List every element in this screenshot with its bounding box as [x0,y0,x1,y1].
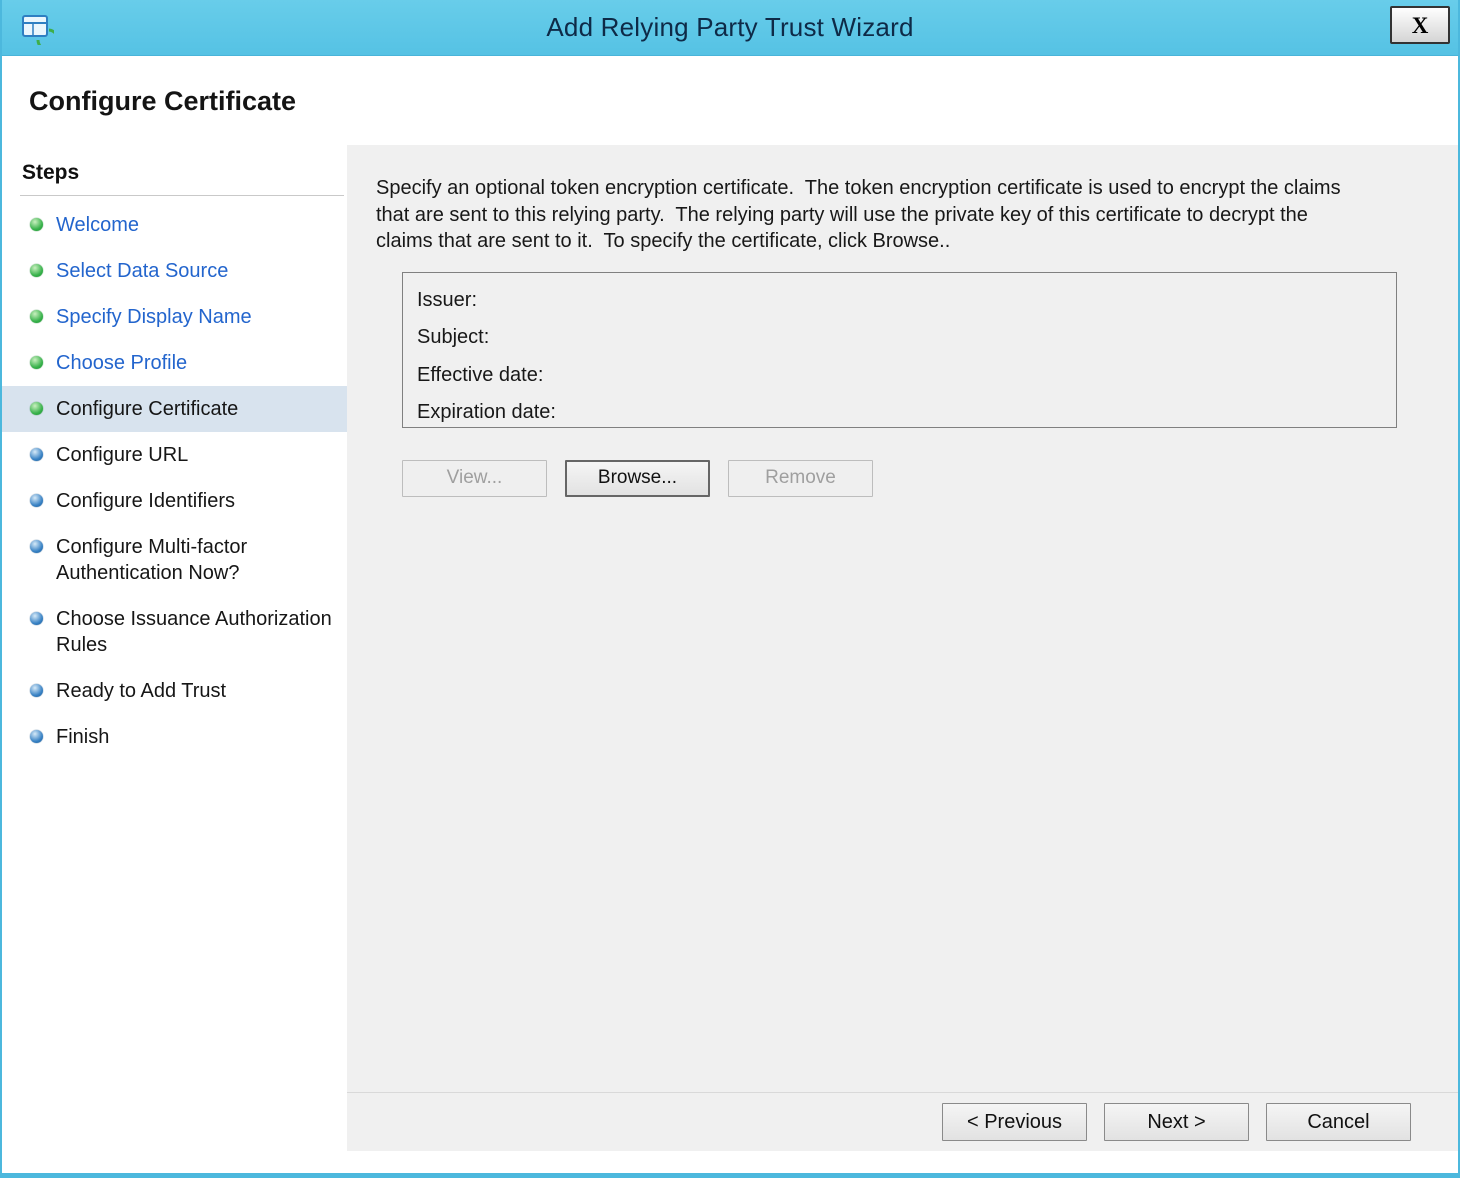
steps-sidebar: Steps Welcome Select Data Source Specify… [2,145,347,1173]
step-upcoming-icon [30,448,43,461]
step-specify-display-name[interactable]: Specify Display Name [2,294,347,340]
page-title: Configure Certificate [29,86,297,116]
window-title: Add Relying Party Trust Wizard [546,12,914,42]
certificate-details-box: Issuer: Subject: Effective date: Expirat… [402,271,1397,428]
titlebar: Add Relying Party Trust Wizard X [2,0,1458,56]
wizard-navigation: < Previous Next > Cancel [347,1093,1458,1151]
certificate-subject-label: Subject: [417,326,490,348]
step-upcoming-icon [30,494,43,507]
step-upcoming-icon [30,612,43,625]
step-configure-certificate: Configure Certificate [2,386,347,432]
step-completed-icon [30,264,43,277]
wizard-window: Add Relying Party Trust Wizard X Configu… [0,0,1460,1178]
step-upcoming-icon [30,540,43,553]
steps-divider [20,195,344,196]
step-welcome[interactable]: Welcome [2,202,347,248]
certificate-effective-date-label: Effective date: [417,363,544,386]
step-choose-issuance-authorization-rules: Choose Issuance Authorization Rules [2,596,347,668]
certificate-expiration-date-label: Expiration date: [417,401,556,423]
steps-heading: Steps [22,161,80,184]
step-finish: Finish [2,714,347,760]
view-button: View... [402,459,547,497]
step-configure-multi-factor-authentication: Configure Multi-factor Authentication No… [2,524,347,596]
step-select-data-source[interactable]: Select Data Source [2,248,347,294]
cancel-button[interactable]: Cancel [1266,1103,1411,1141]
description-text: Specify an optional token encryption cer… [376,177,1347,252]
step-current-icon [30,402,43,415]
step-configure-url: Configure URL [2,432,347,478]
step-configure-identifiers: Configure Identifiers [2,478,347,524]
bottom-strip [347,1151,1458,1173]
step-ready-to-add-trust: Ready to Add Trust [2,668,347,714]
certificate-issuer-label: Issuer: [417,288,478,311]
browse-button[interactable]: Browse... [565,459,710,497]
content-pane: Specify an optional token encryption cer… [347,145,1458,1173]
certificate-actions: View... Browse... Remove [402,459,1458,497]
next-button[interactable]: Next > [1104,1103,1249,1141]
close-button[interactable]: X [1390,6,1450,44]
wizard-icon [20,11,60,52]
remove-button: Remove [728,459,873,497]
page-header: Configure Certificate [2,56,1458,145]
step-upcoming-icon [30,730,43,743]
step-upcoming-icon [30,684,43,697]
step-completed-icon [30,310,43,323]
step-choose-profile[interactable]: Choose Profile [2,340,347,386]
step-completed-icon [30,356,43,369]
steps-list: Welcome Select Data Source Specify Displ… [2,202,347,760]
step-completed-icon [30,218,43,231]
previous-button[interactable]: < Previous [942,1103,1087,1141]
